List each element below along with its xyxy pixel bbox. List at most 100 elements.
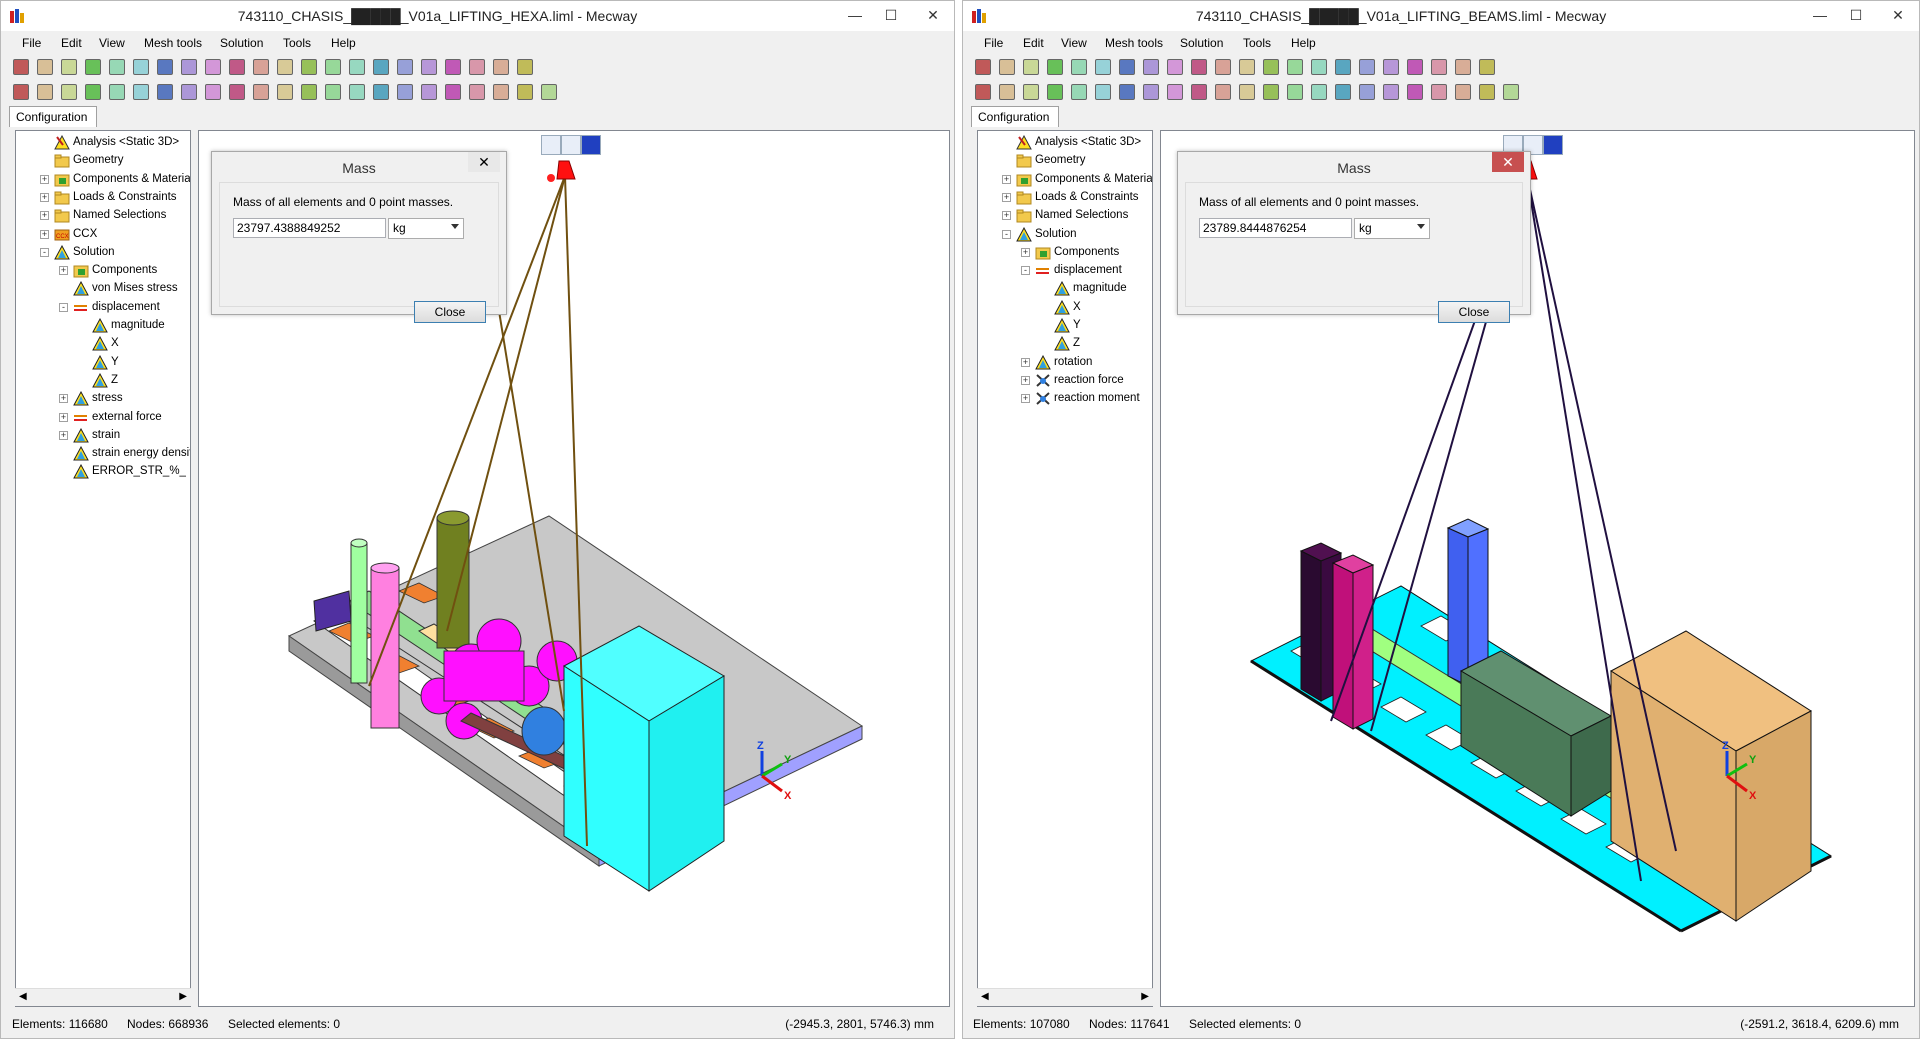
view-top-icon[interactable] [205,59,221,75]
wireframe-icon[interactable] [1407,59,1423,75]
maximize-icon[interactable]: ☐ [1845,5,1867,25]
pressure-icon[interactable] [1383,84,1399,100]
clip-icon[interactable] [397,59,413,75]
expand-icon[interactable]: + [1021,394,1030,404]
open-folder-icon[interactable] [37,59,53,75]
menu-tools[interactable]: Tools [1243,36,1271,50]
wireframe-icon[interactable] [445,59,461,75]
dialog-close-icon[interactable]: ✕ [468,152,500,172]
select-node-icon[interactable] [37,84,53,100]
select-icon[interactable] [13,84,29,100]
equals-icon[interactable] [133,59,149,75]
equals-icon[interactable] [1095,59,1111,75]
grid-icon[interactable] [1503,84,1519,100]
open-folder-icon[interactable] [999,59,1015,75]
scroll-left-icon[interactable]: ◀ [19,991,27,1002]
link-icon[interactable] [1335,84,1351,100]
box-icon[interactable] [109,84,125,100]
expand-icon[interactable]: + [59,412,68,422]
3d-viewport[interactable]: Z Y X Mass ✕ Mass of all elements and 0 … [1160,130,1915,1007]
cube-icon[interactable] [133,84,149,100]
measure-icon[interactable] [373,59,389,75]
collapse-icon[interactable]: - [59,302,68,312]
render-icon[interactable] [349,59,365,75]
view-back-icon[interactable] [253,59,269,75]
expand-icon[interactable]: + [1002,192,1011,202]
expand-icon[interactable]: + [40,211,49,221]
view-side-icon[interactable] [229,59,245,75]
more-icon[interactable] [1479,84,1495,100]
collapse-icon[interactable]: - [1021,266,1030,276]
menu-view[interactable]: View [99,36,125,50]
edge-icon[interactable] [1239,84,1255,100]
expand-icon[interactable]: + [40,229,49,239]
zoom-icon[interactable] [1263,59,1279,75]
edge-icon[interactable] [277,84,293,100]
menu-edit[interactable]: Edit [1023,36,1044,50]
menu-solution[interactable]: Solution [1180,36,1223,50]
dialog-close-icon[interactable]: ✕ [1492,152,1524,172]
close-button[interactable]: Close [414,301,486,323]
mecway-app-icon[interactable] [971,8,987,24]
clip-icon[interactable] [1359,59,1375,75]
shading-icon[interactable] [1383,59,1399,75]
render-icon[interactable] [1311,59,1327,75]
shell-icon[interactable] [469,84,485,100]
menu-view[interactable]: View [1061,36,1087,50]
expand-icon[interactable]: + [1002,211,1011,221]
merge-icon[interactable] [181,84,197,100]
beam-icon[interactable] [1455,84,1471,100]
menu-help[interactable]: Help [331,36,356,50]
spring-icon[interactable] [1311,84,1327,100]
expand-icon[interactable]: + [1002,174,1011,184]
mesh-icon[interactable] [1431,59,1447,75]
zoom-fit-icon[interactable] [1287,59,1303,75]
mesh-tool-icon[interactable] [1047,84,1063,100]
more-icon[interactable] [517,84,533,100]
unit-select[interactable]: kg [388,218,464,239]
select-node-icon[interactable] [999,84,1015,100]
maximize-icon[interactable]: ☐ [880,5,902,25]
link-icon[interactable] [373,84,389,100]
node-icon[interactable] [229,84,245,100]
delete-icon[interactable] [157,84,173,100]
tree-scrollbar[interactable]: ◀ ▶ [15,988,191,1006]
new-file-icon[interactable] [13,59,29,75]
view-front-icon[interactable] [1143,59,1159,75]
expand-icon[interactable]: + [40,174,49,184]
constraint-icon[interactable] [1359,84,1375,100]
delete-icon[interactable] [1119,84,1135,100]
beam-icon[interactable] [493,84,509,100]
merge-icon[interactable] [1143,84,1159,100]
triangle-icon[interactable] [1407,84,1423,100]
menu-tools[interactable]: Tools [283,36,311,50]
close-icon[interactable]: ✕ [1887,5,1909,25]
face-icon[interactable] [253,84,269,100]
undo-icon[interactable] [85,59,101,75]
menu-file[interactable]: File [984,36,1003,50]
box-icon[interactable] [1071,84,1087,100]
menu-file[interactable]: File [22,36,41,50]
collapse-icon[interactable]: - [1002,229,1011,239]
nav-right-icon[interactable] [517,59,533,75]
tree-scrollbar[interactable]: ◀ ▶ [977,988,1153,1006]
menu-help[interactable]: Help [1291,36,1316,50]
mass-value-field[interactable] [1199,218,1352,238]
cube-icon[interactable] [1095,84,1111,100]
shell-icon[interactable] [1431,84,1447,100]
undo-icon[interactable] [1047,59,1063,75]
expand-icon[interactable]: + [1021,375,1030,385]
refine-icon[interactable] [325,84,341,100]
scroll-right-icon[interactable]: ▶ [179,991,187,1002]
mesh-tool-icon[interactable] [85,84,101,100]
new-file-icon[interactable] [975,59,991,75]
view-bottom-icon[interactable] [1239,59,1255,75]
tab-configuration[interactable]: Configuration [9,106,97,127]
split-icon[interactable] [1263,84,1279,100]
expand-icon[interactable]: + [40,192,49,202]
scroll-right-icon[interactable]: ▶ [1141,991,1149,1002]
select-face-icon[interactable] [1023,84,1039,100]
collapse-icon[interactable]: - [40,247,49,257]
close-button[interactable]: Close [1438,301,1510,323]
nav-left-icon[interactable] [1455,59,1471,75]
